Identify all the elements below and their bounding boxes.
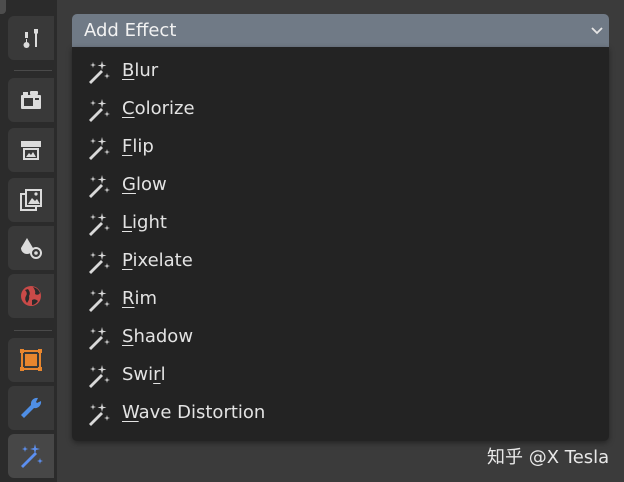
magic-wand-sparkle-icon [89,175,110,198]
menu-item[interactable]: Colorize [72,90,609,128]
magic-wand-sparkle-icon [89,289,110,312]
menu-item-label: Light [122,212,167,233]
menu-item-label: Pixelate [122,250,193,271]
tab-tool[interactable] [8,16,54,60]
tab-render[interactable] [8,78,54,122]
menu-item[interactable]: Light [72,204,609,242]
menu-item-label: Rim [122,288,158,309]
mnemonic-letter: W [122,402,139,423]
tab-shader-fx[interactable] [8,434,54,478]
mnemonic-letter: R [122,288,135,309]
magic-wand-sparkle-icon [89,327,110,350]
world-icon [21,286,41,306]
mnemonic-letter: B [122,60,135,81]
menu-item[interactable]: Glow [72,166,609,204]
add-effect-dropdown[interactable]: Add Effect [72,14,609,47]
magic-wand-sparkle-icon [89,99,110,122]
tab-view-layer[interactable] [8,178,54,222]
scene-icon [21,238,42,259]
modifier-wrench-icon [21,397,42,418]
menu-item-label: Flip [122,136,154,157]
output-printer-icon [21,141,41,160]
menu-item[interactable]: Swirl [72,356,609,394]
shader-fx-icon [21,444,43,468]
mnemonic-letter: C [122,98,135,119]
menu-item-label: Blur [122,60,159,81]
editor-edge [0,0,6,14]
mnemonic-letter: G [122,174,136,195]
menu-item[interactable]: Rim [72,280,609,318]
mnemonic-letter: L [122,212,133,233]
menu-item[interactable]: Blur [72,52,609,90]
tab-world[interactable] [8,274,54,318]
object-icon [20,349,42,371]
menu-item[interactable]: Shadow [72,318,609,356]
tab-modifiers[interactable] [8,386,54,430]
render-camera-icon [21,91,41,109]
tool-icon [23,29,38,48]
tab-output[interactable] [8,128,54,172]
view-layer-images-icon [20,189,42,211]
menu-item-label: Colorize [122,98,195,119]
mnemonic-letter: S [122,326,134,347]
magic-wand-sparkle-icon [89,365,110,388]
menu-item[interactable]: Flip [72,128,609,166]
mnemonic-letter: F [122,136,133,157]
chevron-down-icon [591,27,603,35]
tab-object[interactable] [8,338,54,382]
dropdown-title: Add Effect [84,20,177,41]
tab-separator [14,70,52,71]
menu-item-label: Swirl [122,364,166,385]
add-effect-menu: Blur Colorize Flip Glow Light Pixelate Rim Shad… [72,47,609,441]
properties-tab-bar [0,0,57,482]
magic-wand-sparkle-icon [89,251,110,274]
menu-item-label: Wave Distortion [122,402,266,423]
watermark-text: 知乎 @X Tesla [487,447,610,468]
menu-item[interactable]: Pixelate [72,242,609,280]
magic-wand-sparkle-icon [89,61,110,84]
magic-wand-sparkle-icon [89,137,110,160]
mnemonic-letter: P [122,250,133,271]
menu-item-label: Glow [122,174,167,195]
menu-item-label: Shadow [122,326,194,347]
magic-wand-sparkle-icon [89,403,110,426]
mnemonic-letter: r [153,364,161,385]
tab-separator [14,330,52,331]
menu-item[interactable]: Wave Distortion [72,394,609,432]
magic-wand-sparkle-icon [89,213,110,236]
tab-scene[interactable] [8,226,54,270]
